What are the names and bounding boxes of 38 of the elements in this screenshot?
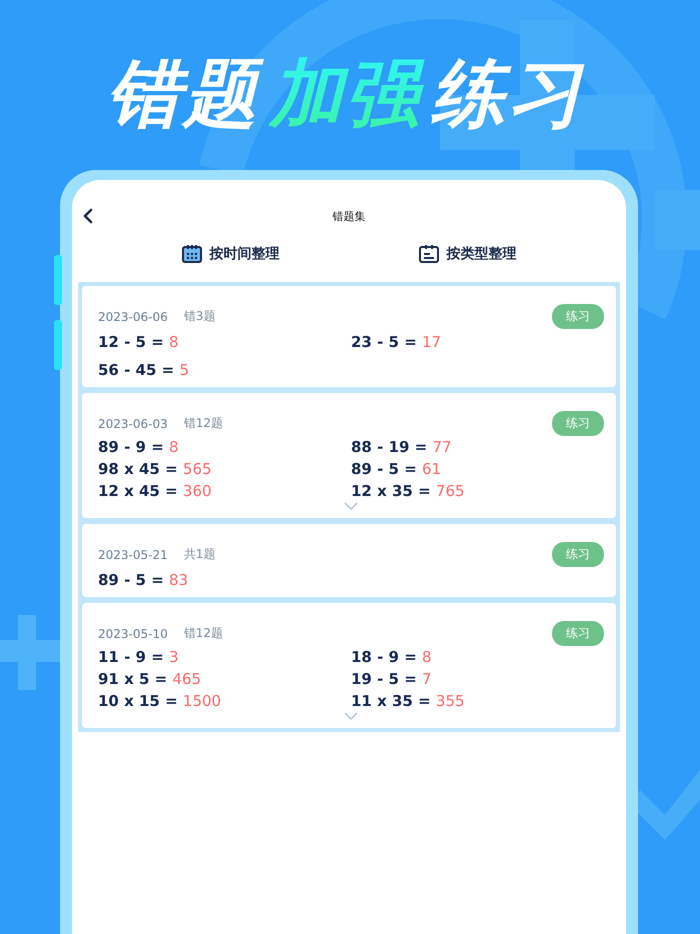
- problem-text: 18 - 9 = 8: [351, 648, 433, 666]
- headline-text: 错题: [107, 44, 269, 144]
- record-count: 错12题: [184, 415, 224, 432]
- record-date: 2023-06-03: [98, 416, 168, 430]
- problem-text: 19 - 5 = 7: [351, 670, 433, 688]
- problem-text: 11 x 35 = 355: [351, 692, 466, 710]
- problem-text: 12 x 35 = 765: [351, 482, 466, 500]
- headline-text: 练习: [431, 50, 586, 139]
- problem-text: 91 x 5 = 465: [98, 670, 202, 688]
- problem-text: 98 x 45 = 565: [98, 460, 213, 478]
- practice-button[interactable]: 练习: [552, 304, 604, 329]
- clipboard-icon: [418, 244, 438, 264]
- record-count: 错3题: [184, 308, 216, 325]
- record-count: 共1题: [184, 546, 216, 563]
- problem-text: 88 - 19 = 77: [351, 438, 453, 456]
- calendar-icon: [182, 244, 202, 264]
- record-count: 错12题: [184, 625, 224, 642]
- practice-button[interactable]: 练习: [552, 542, 604, 567]
- problem-text: 89 - 5 = 61: [351, 460, 442, 478]
- problem-text: 10 x 15 = 1500: [98, 692, 222, 710]
- problem-text: 23 - 5 = 17: [351, 333, 442, 351]
- record-date: 2023-05-21: [98, 548, 168, 562]
- record-date: 2023-06-06: [98, 310, 168, 324]
- screen-title: 错题集: [332, 208, 366, 224]
- problem-text: 89 - 9 = 8: [98, 438, 180, 456]
- back-icon: [82, 208, 94, 224]
- problem-text: 12 x 45 = 360: [98, 482, 213, 500]
- expand-icon[interactable]: [344, 712, 358, 720]
- expand-icon[interactable]: [344, 502, 358, 510]
- problem-text: 56 - 45 = 5: [98, 361, 190, 379]
- record-date: 2023-05-10: [98, 626, 168, 640]
- sort-tab[interactable]: 按类型整理: [416, 242, 518, 266]
- practice-button[interactable]: 练习: [552, 621, 604, 646]
- problem-text: 89 - 5 = 83: [98, 571, 190, 589]
- practice-button[interactable]: 练习: [552, 411, 604, 436]
- problem-text: 11 - 9 = 3: [98, 648, 180, 666]
- sort-tab[interactable]: 按时间整理: [180, 242, 282, 266]
- problem-text: 12 - 5 = 8: [98, 333, 180, 351]
